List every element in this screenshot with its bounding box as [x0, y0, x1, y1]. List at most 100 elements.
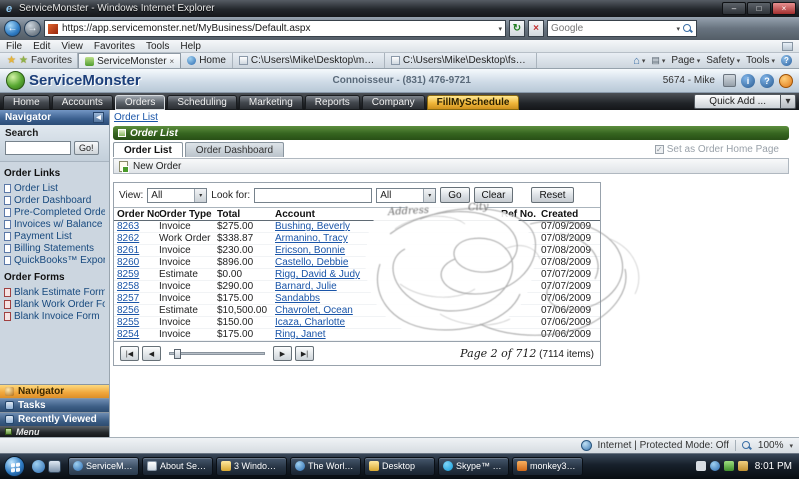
quick-add-button[interactable]: Quick Add ...	[694, 94, 781, 109]
browser-tab[interactable]: C:\Users\Mike\Desktop\fsbanner... ×	[385, 53, 537, 68]
quick-launch-ie-icon[interactable]	[32, 460, 45, 473]
sidebar-link[interactable]: Blank Work Order Form	[4, 298, 105, 310]
zoom-dropdown-icon[interactable]: ▾	[789, 442, 793, 450]
maximize-button[interactable]: □	[747, 2, 771, 15]
address-url[interactable]: https://app.servicemonster.net/MyBusines…	[62, 23, 494, 34]
set-home-checkbox[interactable]: ✓	[655, 145, 664, 154]
order-number-link[interactable]: 8254	[117, 329, 159, 340]
sidebar-search-input[interactable]	[5, 141, 71, 155]
menu-item[interactable]: View	[61, 41, 83, 52]
browser-tab[interactable]: ServiceMonster ×	[78, 53, 181, 68]
zoom-magnifier-icon[interactable]	[742, 441, 752, 451]
search-dropdown-icon[interactable]: ▾	[676, 25, 680, 33]
start-button[interactable]	[4, 456, 25, 477]
table-row[interactable]: 8261 Invoice $230.00 Ericson, Bonnie 07/…	[114, 245, 600, 257]
pager-slider-thumb[interactable]	[174, 349, 181, 359]
favorites-label[interactable]: Favorites	[31, 55, 72, 66]
nav-tab[interactable]: Home	[3, 95, 50, 110]
col-ref-no[interactable]: Ref No.	[501, 209, 541, 220]
order-number-link[interactable]: 8262	[117, 233, 159, 244]
table-row[interactable]: 8260 Invoice $896.00 Castello, Debbie 07…	[114, 257, 600, 269]
clock[interactable]: 8:01 PM	[755, 461, 792, 472]
sidebar-link[interactable]: Billing Statements	[4, 242, 105, 254]
sidebar-link[interactable]: Order Dashboard	[4, 194, 105, 206]
account-link[interactable]: Barnard, Julie	[275, 281, 373, 292]
apps-grid-icon[interactable]	[723, 74, 736, 87]
menu-item[interactable]: Favorites	[94, 41, 135, 52]
account-link[interactable]: Ring, Janet	[275, 329, 373, 340]
table-row[interactable]: 8257 Invoice $175.00 Sandabbs 07/06/2009	[114, 293, 600, 305]
order-number-link[interactable]: 8257	[117, 293, 159, 304]
breadcrumb-link[interactable]: Order List	[114, 112, 158, 123]
table-row[interactable]: 8259 Estimate $0.00 Rigg, David & Judy 0…	[114, 269, 600, 281]
pager-prev-button[interactable]: ◀	[142, 346, 161, 361]
navigator-footer-button[interactable]: Navigator	[0, 384, 109, 398]
pager-last-button[interactable]: ▶|	[295, 346, 314, 361]
zoom-level[interactable]: 100%	[758, 440, 784, 451]
order-number-link[interactable]: 8258	[117, 281, 159, 292]
menu-item[interactable]: Tools	[146, 41, 169, 52]
taskbar-item[interactable]: About Service...	[142, 457, 213, 476]
account-link[interactable]: Bushing, Beverly	[275, 221, 373, 232]
pager-slider[interactable]	[169, 352, 265, 355]
menu-item[interactable]: File	[6, 41, 22, 52]
tray-network-icon[interactable]	[710, 461, 720, 471]
tasks-button[interactable]: Tasks	[0, 398, 109, 412]
order-number-link[interactable]: 8263	[117, 221, 159, 232]
sidebar-link[interactable]: Blank Estimate Form	[4, 286, 105, 298]
table-row[interactable]: 8255 Invoice $150.00 Icaza, Charlotte 07…	[114, 317, 600, 329]
table-row[interactable]: 8258 Invoice $290.00 Barnard, Julie 07/0…	[114, 281, 600, 293]
sidebar-menu-footer[interactable]: Menu	[0, 426, 109, 437]
account-link[interactable]: Ericson, Bonnie	[275, 245, 373, 256]
nav-tab[interactable]: Reports	[305, 95, 360, 110]
order-number-link[interactable]: 8259	[117, 269, 159, 280]
back-button[interactable]: ←	[4, 20, 21, 37]
taskbar-item[interactable]: ServiceMonst...	[68, 457, 139, 476]
sidebar-link[interactable]: Order List	[4, 182, 105, 194]
view-select[interactable]: All ▾	[147, 188, 207, 203]
sidebar-link[interactable]: Payment List	[4, 230, 105, 242]
browser-tab[interactable]: Home ×	[181, 53, 233, 68]
sidebar-link[interactable]: Pre-Completed Orders	[4, 206, 105, 218]
page-menu[interactable]: Page ▾	[671, 55, 700, 66]
add-favorite-icon[interactable]: ★	[19, 55, 28, 66]
tray-volume-icon[interactable]	[738, 461, 748, 471]
sidebar-link[interactable]: QuickBooks™ Export	[4, 254, 105, 266]
col-created[interactable]: Created	[541, 209, 597, 220]
tray-hidden-icons[interactable]	[696, 461, 706, 471]
order-number-link[interactable]: 8256	[117, 305, 159, 316]
taskbar-item[interactable]: monkey3 - Pa...	[512, 457, 583, 476]
pager-first-button[interactable]: |◀	[120, 346, 139, 361]
close-button[interactable]: ×	[772, 2, 796, 15]
nav-tab[interactable]: FillMySchedule	[427, 95, 520, 110]
help-circle-icon[interactable]: ?	[760, 74, 774, 88]
forward-button[interactable]: →	[24, 20, 41, 37]
nav-tab[interactable]: Scheduling	[167, 95, 236, 110]
browser-tab[interactable]: C:\Users\Mike\Desktop\mb_sfs_7... ×	[233, 53, 385, 68]
quick-launch-window-icon[interactable]	[48, 460, 61, 473]
tab-close-icon[interactable]: ×	[170, 57, 175, 66]
quick-add-dropdown[interactable]: ▾	[781, 94, 796, 109]
search-input[interactable]	[551, 23, 673, 34]
sidebar-go-button[interactable]: Go!	[74, 141, 99, 155]
search-box[interactable]: ▾	[547, 20, 697, 37]
account-link[interactable]: Sandabbs	[275, 293, 373, 304]
nav-tab[interactable]: Marketing	[239, 95, 303, 110]
monster-badge-icon[interactable]	[779, 74, 793, 88]
look-for-input[interactable]	[254, 188, 372, 203]
table-row[interactable]: 8256 Estimate $10,500.00 Chavrolet, Ocea…	[114, 305, 600, 317]
menu-item[interactable]: Edit	[33, 41, 50, 52]
address-field[interactable]: https://app.servicemonster.net/MyBusines…	[44, 20, 506, 37]
order-view-tab[interactable]: Order Dashboard	[185, 142, 284, 157]
print-button[interactable]: ▤ ▾	[651, 55, 665, 66]
snipping-tool-icon[interactable]	[782, 42, 793, 51]
reset-button[interactable]: Reset	[531, 187, 573, 203]
menu-item[interactable]: Help	[180, 41, 201, 52]
new-order-button[interactable]: New Order	[133, 161, 181, 172]
col-order-no[interactable]: Order No.	[117, 209, 159, 220]
tools-menu[interactable]: Tools ▾	[746, 55, 775, 66]
search-icon[interactable]	[683, 24, 693, 34]
safety-menu[interactable]: Safety ▾	[706, 55, 740, 66]
col-order-type[interactable]: Order Type	[159, 209, 217, 220]
pager-next-button[interactable]: ▶	[273, 346, 292, 361]
